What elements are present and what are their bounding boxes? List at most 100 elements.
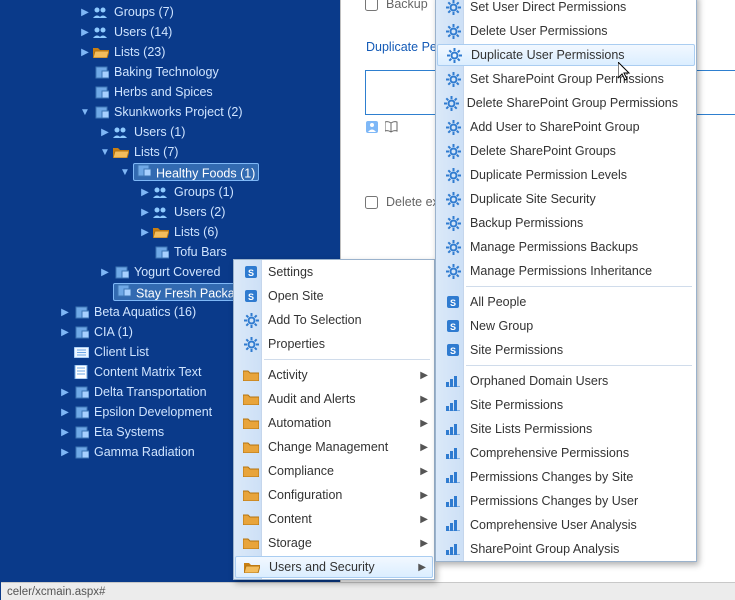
site-icon bbox=[115, 284, 131, 298]
tree-label: Epsilon Development bbox=[94, 405, 212, 419]
folder-icon bbox=[240, 510, 262, 528]
menu-item-label: SharePoint Group Analysis bbox=[470, 542, 696, 556]
menu-item[interactable]: Orphaned Domain Users bbox=[436, 369, 696, 393]
caret-icon: ▶ bbox=[60, 327, 70, 338]
menu-item[interactable]: Delete SharePoint Groups bbox=[436, 139, 696, 163]
menu-item[interactable]: All People bbox=[436, 290, 696, 314]
menu-separator bbox=[264, 359, 430, 360]
folder-open-icon bbox=[153, 225, 169, 239]
menu-item-label: Permissions Changes by User bbox=[470, 494, 696, 508]
menu-item-label: Change Management bbox=[268, 440, 434, 454]
menu-item[interactable]: Users and Security▶ bbox=[235, 556, 433, 578]
menu-item-label: Configuration bbox=[268, 488, 434, 502]
menu-item[interactable]: Site Lists Permissions bbox=[436, 417, 696, 441]
menu-item-label: Compliance bbox=[268, 464, 434, 478]
menu-item-label: Storage bbox=[268, 536, 434, 550]
chevron-right-icon: ▶ bbox=[420, 418, 428, 429]
menu-item[interactable]: Set User Direct Permissions bbox=[436, 0, 696, 19]
tree-label: Delta Transportation bbox=[94, 385, 207, 399]
menu-item[interactable]: Open Site bbox=[234, 284, 434, 308]
menu-item[interactable]: Add To Selection bbox=[234, 308, 434, 332]
folder-icon bbox=[240, 438, 262, 456]
tree-row[interactable]: ▼Lists (7) bbox=[0, 142, 350, 162]
menu-item[interactable]: Manage Permissions Inheritance bbox=[436, 259, 696, 283]
caret-icon: ▶ bbox=[60, 447, 70, 458]
gear-icon bbox=[442, 142, 464, 160]
menu-item[interactable]: Settings bbox=[234, 260, 434, 284]
tree-row[interactable]: ▶Groups (1) bbox=[0, 182, 350, 202]
book-icon[interactable] bbox=[385, 120, 399, 137]
tree-row[interactable]: ▶Users (1) bbox=[0, 122, 350, 142]
tree-label: Healthy Foods (1) bbox=[133, 163, 259, 182]
menu-item[interactable]: Duplicate Permission Levels bbox=[436, 163, 696, 187]
tree-row[interactable]: ▼ Skunkworks Project (2) bbox=[0, 102, 350, 122]
menu-item[interactable]: Change Management▶ bbox=[234, 435, 434, 459]
gear-icon bbox=[442, 214, 464, 232]
menu-item[interactable]: Add User to SharePoint Group bbox=[436, 115, 696, 139]
chevron-right-icon: ▶ bbox=[420, 514, 428, 525]
menu-item[interactable]: Delete User Permissions bbox=[436, 19, 696, 43]
gear-icon bbox=[240, 335, 262, 353]
chart-icon bbox=[442, 492, 464, 510]
tree-row[interactable]: ▼Healthy Foods (1) bbox=[0, 162, 350, 182]
tree-row[interactable]: Baking Technology bbox=[0, 62, 350, 82]
menu-item[interactable]: Backup Permissions bbox=[436, 211, 696, 235]
menu-item[interactable]: Configuration▶ bbox=[234, 483, 434, 507]
menu-item[interactable]: Activity▶ bbox=[234, 363, 434, 387]
chart-icon bbox=[442, 372, 464, 390]
tree-row[interactable]: ▶Lists (6) bbox=[0, 222, 350, 242]
tree-row[interactable]: Herbs and Spices bbox=[0, 82, 350, 102]
sp-icon bbox=[240, 263, 262, 281]
backup-checkbox[interactable] bbox=[365, 0, 378, 11]
gear-icon bbox=[442, 166, 464, 184]
tree-label: Skunkworks Project (2) bbox=[114, 105, 243, 119]
menu-item[interactable]: Manage Permissions Backups bbox=[436, 235, 696, 259]
caret-icon: ▶ bbox=[140, 187, 150, 198]
menu-item[interactable]: Content▶ bbox=[234, 507, 434, 531]
menu-item[interactable]: New Group bbox=[436, 314, 696, 338]
people-icon bbox=[153, 205, 169, 219]
menu-item[interactable]: Compliance▶ bbox=[234, 459, 434, 483]
tree-row[interactable]: ▶Users (14) bbox=[0, 22, 350, 42]
folder-icon bbox=[240, 366, 262, 384]
site-icon bbox=[73, 445, 89, 459]
menu-item[interactable]: Comprehensive User Analysis bbox=[436, 513, 696, 537]
menu-item[interactable]: Set SharePoint Group Permissions bbox=[436, 67, 696, 91]
menu-item[interactable]: Comprehensive Permissions bbox=[436, 441, 696, 465]
person-icon[interactable] bbox=[365, 120, 379, 137]
menu-item[interactable]: Delete SharePoint Group Permissions bbox=[436, 91, 696, 115]
text-icon bbox=[73, 365, 89, 379]
caret-icon: ▶ bbox=[100, 127, 110, 138]
gear-icon bbox=[442, 22, 464, 40]
menu-item[interactable]: Storage▶ bbox=[234, 531, 434, 555]
menu-item[interactable]: Duplicate User Permissions bbox=[437, 44, 695, 66]
people-icon bbox=[93, 5, 109, 19]
site-icon bbox=[73, 425, 89, 439]
menu-item[interactable]: Automation▶ bbox=[234, 411, 434, 435]
menu-separator bbox=[466, 365, 692, 366]
menu-item[interactable]: Site Permissions bbox=[436, 338, 696, 362]
delete-checkbox[interactable] bbox=[365, 196, 378, 209]
menu-item[interactable]: Audit and Alerts▶ bbox=[234, 387, 434, 411]
menu-item[interactable]: Site Permissions bbox=[436, 393, 696, 417]
menu-item[interactable]: SharePoint Group Analysis bbox=[436, 537, 696, 561]
menu-item[interactable]: Properties bbox=[234, 332, 434, 356]
tree-label: Eta Systems bbox=[94, 425, 164, 439]
tree-label: CIA (1) bbox=[94, 325, 133, 339]
chevron-right-icon: ▶ bbox=[420, 490, 428, 501]
context-menu-primary: SettingsOpen SiteAdd To SelectionPropert… bbox=[233, 259, 435, 580]
caret-icon: ▶ bbox=[100, 267, 110, 278]
tree-row[interactable]: ▶Groups (7) bbox=[0, 2, 350, 22]
gear-icon bbox=[442, 190, 464, 208]
menu-separator bbox=[466, 286, 692, 287]
menu-item-label: Permissions Changes by Site bbox=[470, 470, 696, 484]
tree-label: Beta Aquatics (16) bbox=[94, 305, 196, 319]
menu-item[interactable]: Duplicate Site Security bbox=[436, 187, 696, 211]
caret-icon: ▼ bbox=[80, 107, 90, 118]
tree-row[interactable]: ▶Users (2) bbox=[0, 202, 350, 222]
menu-item[interactable]: Permissions Changes by Site bbox=[436, 465, 696, 489]
menu-item-label: Delete SharePoint Group Permissions bbox=[467, 96, 696, 110]
menu-item[interactable]: Permissions Changes by User bbox=[436, 489, 696, 513]
tree-row[interactable]: ▶Lists (23) bbox=[0, 42, 350, 62]
gear-icon bbox=[442, 238, 464, 256]
